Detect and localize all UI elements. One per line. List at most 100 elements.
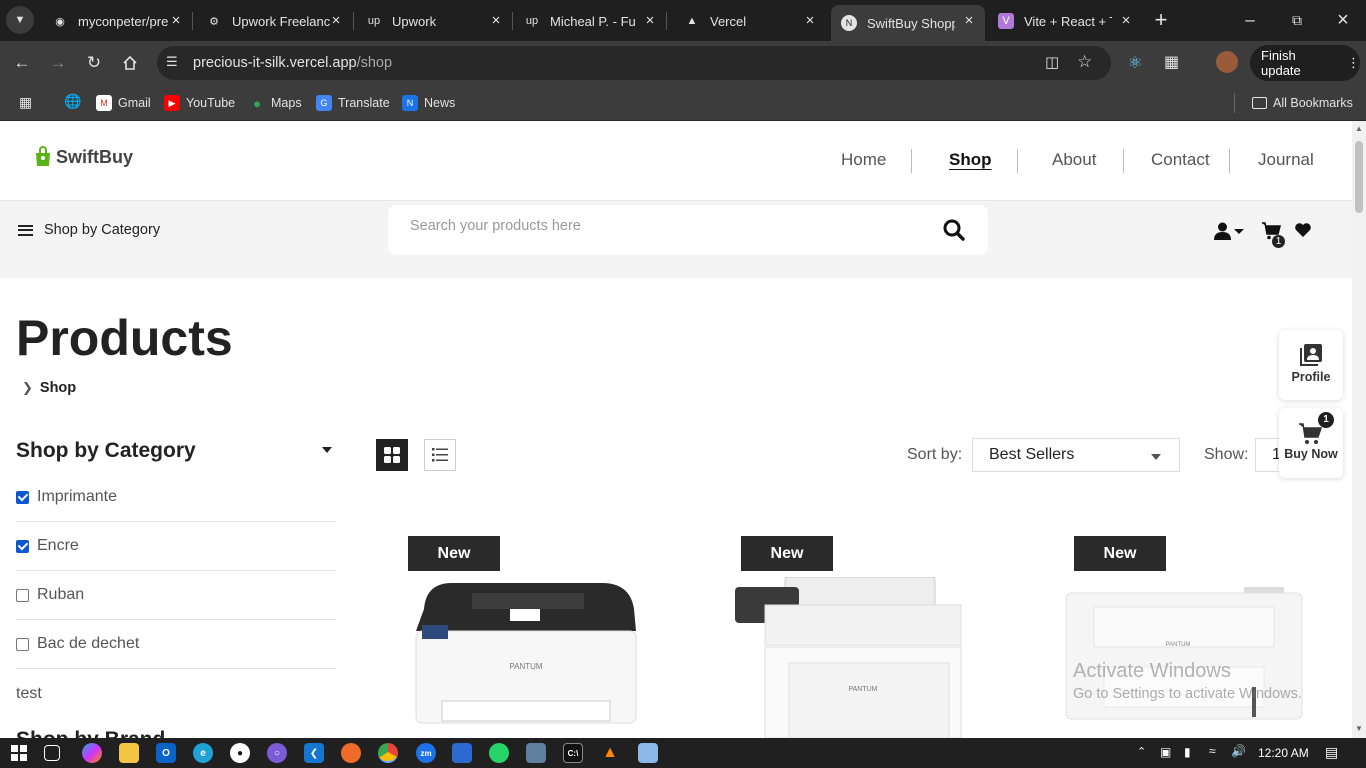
system-clock[interactable]: 12:20 AM — [1258, 746, 1309, 760]
store-icon[interactable] — [452, 743, 472, 763]
tab-vite-react[interactable]: V Vite + React + T × — [988, 5, 1142, 37]
checkbox-unchecked[interactable] — [16, 588, 29, 602]
account-menu-button[interactable] — [1214, 222, 1244, 240]
bookmark-star-icon[interactable]: ☆ — [1077, 52, 1092, 72]
outlook-icon[interactable]: O — [156, 743, 176, 763]
category-item-test[interactable]: test — [16, 685, 42, 703]
checkbox-checked[interactable] — [16, 539, 29, 553]
url-text[interactable]: precious-it-silk.vercel.app/shop — [193, 55, 392, 71]
notepad-icon[interactable] — [638, 743, 658, 763]
close-icon[interactable]: × — [802, 13, 818, 29]
close-window-button[interactable]: × — [1329, 6, 1357, 34]
brand-filter-heading[interactable]: Shop by Brand — [16, 728, 216, 738]
globe-icon[interactable]: 🌐 — [64, 93, 81, 110]
vscode-icon[interactable]: ❮ — [304, 743, 324, 763]
nav-shop[interactable]: Shop — [949, 150, 992, 170]
copilot-icon[interactable] — [82, 743, 102, 763]
bookmark-maps[interactable]: ● Maps — [249, 93, 302, 113]
apps-grid-icon[interactable]: ▦ — [19, 94, 32, 111]
checkbox-checked[interactable] — [16, 490, 29, 504]
volume-icon[interactable]: 🔊 — [1231, 744, 1246, 758]
install-app-icon[interactable]: ◫ — [1045, 53, 1059, 71]
avatar[interactable] — [1216, 51, 1238, 73]
close-icon[interactable]: × — [642, 13, 658, 29]
notifications-icon[interactable]: ▤ — [1325, 744, 1338, 761]
nav-home[interactable]: Home — [841, 150, 886, 170]
whatsapp-icon[interactable] — [489, 743, 509, 763]
new-tab-button[interactable]: + — [1147, 6, 1175, 34]
close-icon[interactable]: × — [168, 13, 184, 29]
tab-upwork-freelance[interactable]: ⚙ Upwork Freelanc × — [196, 5, 352, 37]
reload-button[interactable]: ↻ — [80, 49, 108, 77]
category-filter-imprimante[interactable]: Imprimante — [16, 473, 336, 522]
windows-start-icon[interactable] — [9, 743, 29, 763]
react-devtools-icon[interactable]: ⚛ — [1128, 53, 1142, 73]
search-icon[interactable] — [943, 219, 965, 241]
buy-now-float-button[interactable]: 1 Buy Now — [1279, 408, 1343, 478]
page-scrollbar[interactable]: ▲ ▼ — [1352, 121, 1366, 738]
meet-now-icon[interactable]: ▣ — [1160, 745, 1171, 759]
app-icon[interactable]: ● — [230, 743, 250, 763]
bookmark-news[interactable]: N News — [402, 93, 455, 113]
restore-button[interactable]: ⧉ — [1283, 6, 1311, 34]
app-orange-icon[interactable] — [341, 743, 361, 763]
address-bar[interactable]: ☰ precious-it-silk.vercel.app/shop ◫ ☆ — [157, 46, 1111, 80]
sort-select[interactable]: Best Sellers — [972, 438, 1180, 472]
caret-down-icon[interactable] — [322, 447, 332, 453]
tab-github[interactable]: ◉ myconpeter/pre × — [42, 5, 192, 37]
task-view-icon[interactable] — [44, 745, 60, 761]
finish-update-button[interactable]: Finish update ⋮ — [1250, 45, 1360, 81]
close-icon[interactable]: × — [328, 13, 344, 29]
bookmark-gmail[interactable]: M Gmail — [96, 93, 151, 113]
scroll-down-arrow-icon[interactable]: ▼ — [1355, 725, 1363, 733]
tab-search-button[interactable]: ▼ — [6, 6, 34, 34]
nav-contact[interactable]: Contact — [1151, 150, 1210, 170]
vlc-icon[interactable]: ▲ — [600, 743, 620, 763]
home-button[interactable] — [116, 49, 144, 77]
all-bookmarks[interactable]: All Bookmarks — [1252, 93, 1353, 113]
app-purple-icon[interactable]: ○ — [267, 743, 287, 763]
category-filter-heading[interactable]: Shop by Category — [16, 439, 196, 463]
minimize-button[interactable]: – — [1236, 6, 1264, 34]
category-filter-encre[interactable]: Encre — [16, 522, 336, 571]
site-logo[interactable]: SwiftBuy — [34, 146, 133, 168]
category-filter-ruban[interactable]: Ruban — [16, 571, 336, 620]
category-filter-bac-de-dechet[interactable]: Bac de dechet — [16, 620, 336, 669]
grid-view-button[interactable] — [376, 439, 408, 471]
bookmark-youtube[interactable]: ▶ YouTube — [164, 93, 235, 113]
tab-upwork[interactable]: up Upwork × — [356, 5, 512, 37]
cart-button[interactable]: 1 — [1262, 222, 1285, 248]
zoom-icon[interactable]: zm — [416, 743, 436, 763]
shop-by-category-button[interactable]: Shop by Category — [18, 222, 160, 238]
close-icon[interactable]: × — [488, 13, 504, 29]
extensions-icon[interactable]: ▦ — [1164, 52, 1179, 72]
tab-micheal[interactable]: up Micheal P. - Full × — [514, 5, 666, 37]
site-info-icon[interactable]: ☰ — [166, 54, 178, 70]
chrome-icon[interactable] — [378, 743, 398, 763]
scrollbar-thumb[interactable] — [1355, 141, 1363, 213]
edge-icon[interactable]: e — [193, 743, 213, 763]
close-icon[interactable]: × — [1118, 13, 1134, 29]
checkbox-unchecked[interactable] — [16, 637, 29, 651]
scroll-up-arrow-icon[interactable]: ▲ — [1355, 125, 1363, 133]
wishlist-button[interactable] — [1294, 222, 1312, 243]
product-image-printer-1[interactable]: PANTUM — [412, 579, 638, 731]
back-button[interactable]: ← — [8, 49, 36, 77]
nav-journal[interactable]: Journal — [1258, 150, 1314, 170]
chevron-up-icon[interactable]: ⌃ — [1137, 745, 1146, 758]
list-view-button[interactable] — [424, 439, 456, 471]
wifi-icon[interactable]: ≈ — [1209, 744, 1216, 758]
file-explorer-icon[interactable] — [119, 743, 139, 763]
breadcrumb-item[interactable]: Shop — [40, 380, 76, 396]
photos-icon[interactable] — [526, 743, 546, 763]
tab-vercel[interactable]: ▲ Vercel × — [674, 5, 826, 37]
forward-button[interactable]: → — [44, 49, 72, 77]
tab-swiftbuy-active[interactable]: N SwiftBuy Shoppi × — [831, 5, 985, 41]
search-input[interactable] — [410, 218, 910, 234]
close-icon[interactable]: × — [961, 13, 977, 29]
terminal-icon[interactable]: C:\ — [563, 743, 583, 763]
product-image-printer-2[interactable]: PANTUM — [735, 577, 965, 738]
bookmark-translate[interactable]: G Translate — [316, 93, 390, 113]
battery-icon[interactable]: ▮ — [1184, 745, 1191, 759]
nav-about[interactable]: About — [1052, 150, 1096, 170]
